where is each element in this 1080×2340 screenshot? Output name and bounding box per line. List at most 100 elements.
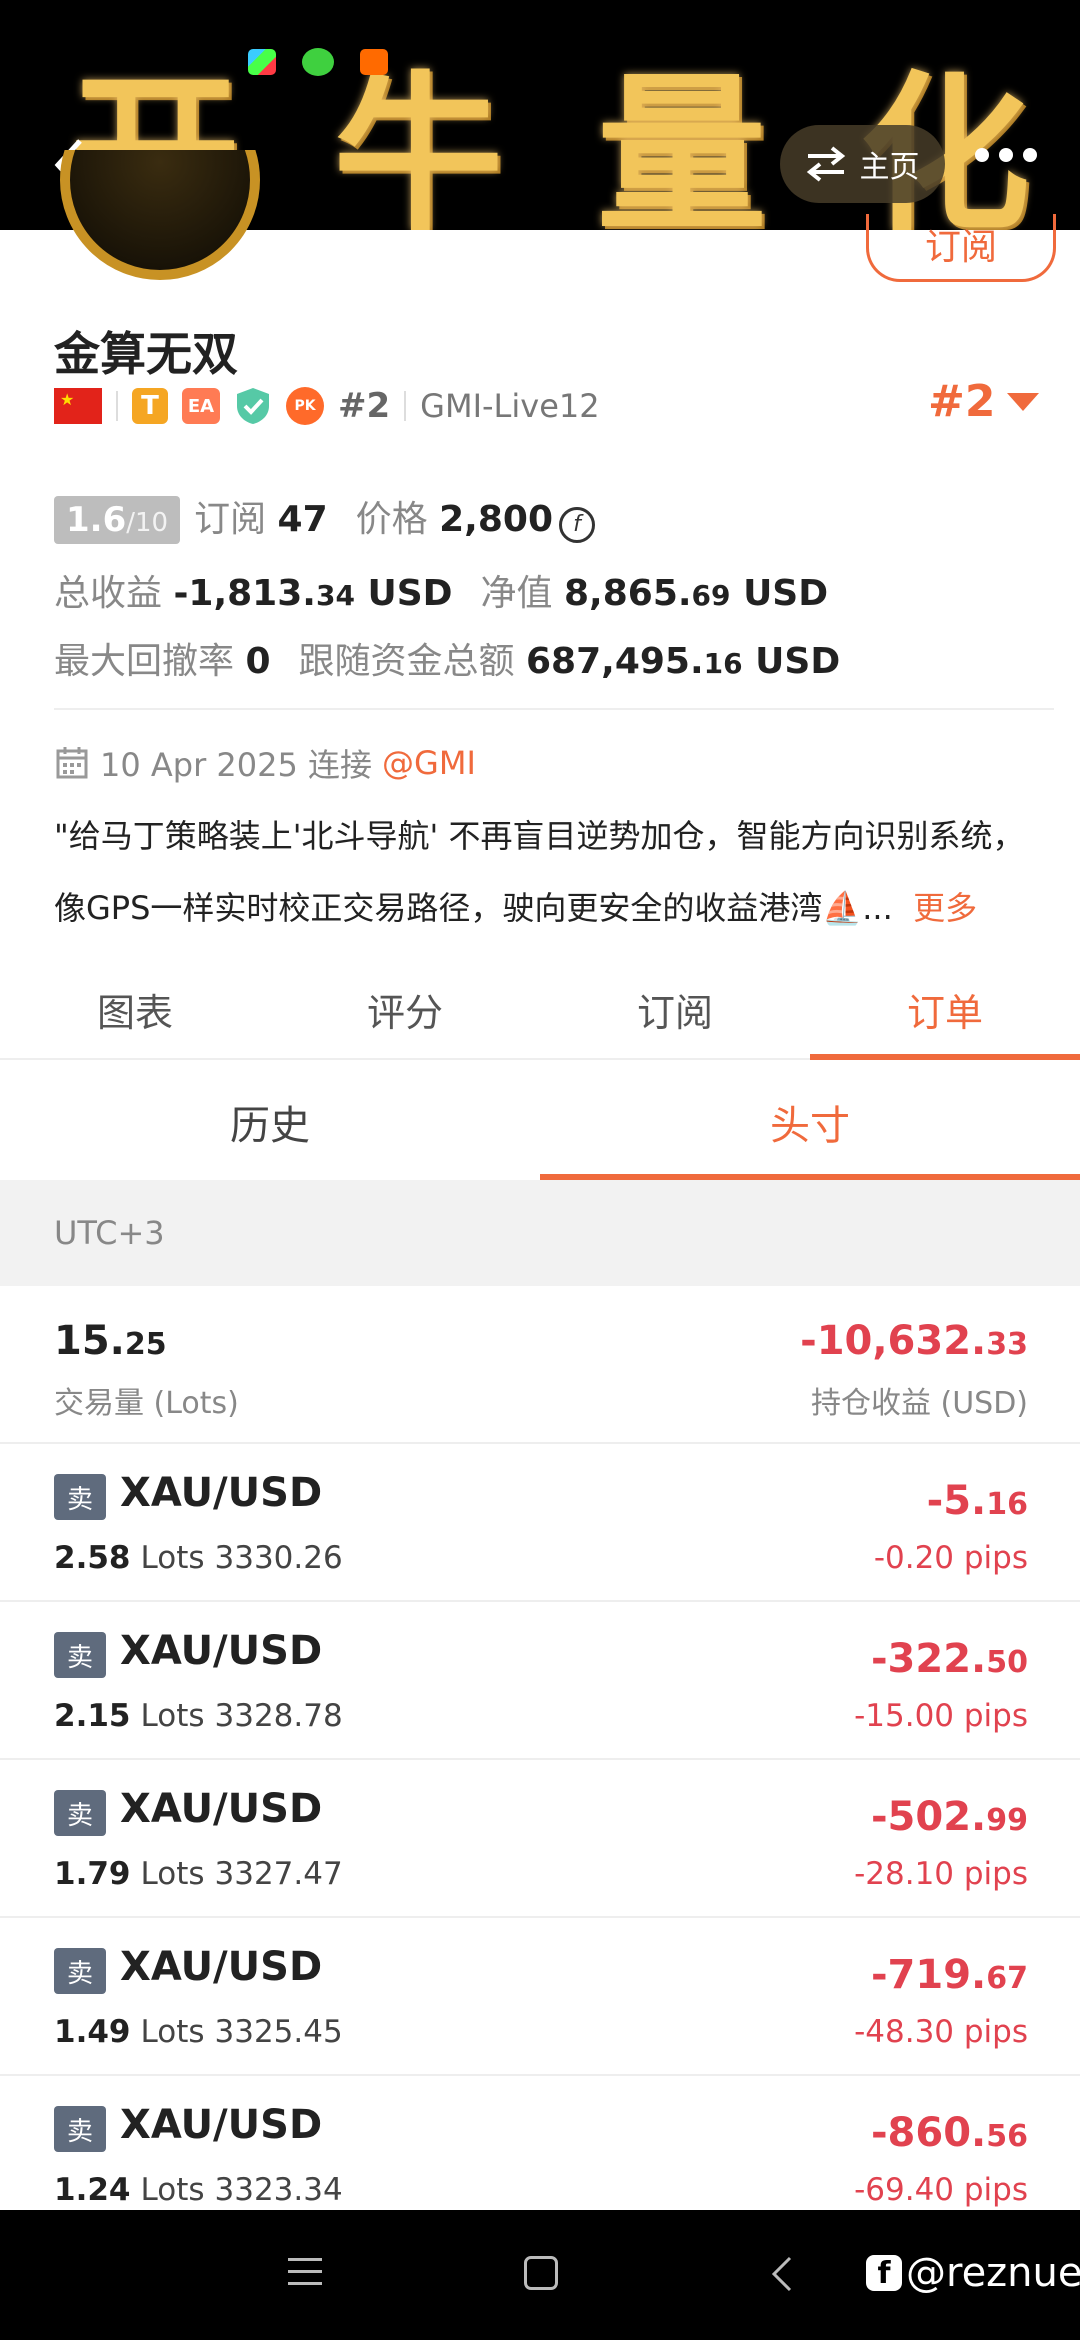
position-row[interactable]: 卖 XAU/USD 2.15 Lots 3328.78 -322.50 -15.00… xyxy=(0,1602,1080,1760)
avatar[interactable] xyxy=(60,150,260,280)
stats-row-2: 总收益 -1,813.34 USD 净值 8,865.69 USD xyxy=(54,564,828,616)
play-store-icon xyxy=(248,49,276,75)
price-value: 2,800 xyxy=(439,499,553,540)
pnl-block: -10,632.33 持仓收益 (USD) xyxy=(800,1318,1028,1422)
watermark: f @reznue xyxy=(866,2250,1080,2296)
rank-value: #2 xyxy=(928,376,996,427)
position-pnl: -719.67 xyxy=(870,1952,1028,1998)
home-label: 主页 xyxy=(859,150,920,185)
subtab-positions[interactable]: 头寸 xyxy=(540,1064,1080,1180)
position-row[interactable]: 卖 XAU/USD 1.79 Lots 3327.47 -502.99 -28.10… xyxy=(0,1760,1080,1918)
position-info: 2.15 Lots 3328.78 xyxy=(54,1698,343,1734)
position-pips: -15.00 pips xyxy=(854,1698,1028,1734)
china-flag-icon xyxy=(54,388,102,424)
position-pips: -28.10 pips xyxy=(854,1856,1028,1892)
total-profit-label: 总收益 xyxy=(54,573,163,614)
equity-value: 8,865.69 USD xyxy=(564,573,829,614)
follow-funds-label: 跟随资金总额 xyxy=(298,641,515,682)
position-info: 1.79 Lots 3327.47 xyxy=(54,1856,343,1892)
banner-char: 量 xyxy=(596,57,767,230)
description-line: "给马丁策略装上'北斗导航' 不再盲目逆势加仓，智能方向识别系统， xyxy=(54,817,1025,855)
positions-list: 卖 XAU/USD 2.58 Lots 3330.26 -5.16 -0.20 pi… xyxy=(0,1444,1080,2234)
ea-badge: EA xyxy=(182,388,220,424)
chevron-left-icon xyxy=(771,2256,792,2292)
t-badge: T xyxy=(132,388,168,424)
position-info: 1.49 Lots 3325.45 xyxy=(54,2014,343,2050)
position-row[interactable]: 卖 XAU/USD 1.49 Lots 3325.45 -719.67 -48.30… xyxy=(0,1918,1080,2076)
broker-link[interactable]: @GMI xyxy=(382,744,476,782)
subscribe-label: 订阅 xyxy=(924,227,997,268)
position-pnl: -5.16 xyxy=(926,1478,1028,1524)
timezone-bar: UTC+3 xyxy=(0,1180,1080,1286)
symbol: XAU/USD xyxy=(120,1628,323,1674)
volume-value: 15.25 xyxy=(54,1318,167,1364)
subs-label: 订阅 xyxy=(194,499,267,540)
dot-icon xyxy=(975,148,989,162)
back-nav-button[interactable] xyxy=(770,2254,794,2294)
position-pnl: -860.56 xyxy=(870,2110,1028,2156)
pnl-value: -10,632.33 xyxy=(800,1318,1028,1364)
mi-icon xyxy=(360,49,388,75)
separator xyxy=(404,391,407,421)
tab-orders[interactable]: 订单 xyxy=(810,960,1080,1060)
subtab-history[interactable]: 历史 xyxy=(0,1064,540,1180)
calendar-icon xyxy=(54,745,90,781)
swap-arrows-icon xyxy=(806,146,845,182)
divider xyxy=(54,708,1054,710)
separator xyxy=(116,391,118,421)
subscribe-button[interactable]: 订阅 xyxy=(866,214,1056,282)
rating-badge: 1.6/10 xyxy=(54,496,181,544)
description-line: 像GPS一样实时校正交易路径，驶向更安全的收益港湾⛵... xyxy=(54,889,893,927)
total-profit-value: -1,813.34 USD xyxy=(173,573,453,614)
position-pips: -48.30 pips xyxy=(854,2014,1028,2050)
connect-date-row: 10 Apr 2025 连接 @GMI xyxy=(54,740,476,786)
recent-apps-button[interactable] xyxy=(288,2258,322,2285)
position-info: 1.24 Lots 3323.34 xyxy=(54,2172,343,2208)
position-pips: -0.20 pips xyxy=(873,1540,1028,1576)
drawdown-value: 0 xyxy=(245,641,271,682)
volume-block: 15.25 交易量 (Lots) xyxy=(54,1318,239,1422)
tab-subscribe[interactable]: 订阅 xyxy=(540,960,810,1058)
position-info: 2.58 Lots 3330.26 xyxy=(54,1540,343,1576)
sell-badge: 卖 xyxy=(54,1632,106,1678)
dot-icon xyxy=(1023,148,1037,162)
drawdown-label: 最大回撤率 xyxy=(54,641,235,682)
badge-row: T EA PK #2 GMI-Live12 xyxy=(54,386,600,426)
equity-label: 净值 xyxy=(480,573,553,614)
home-button[interactable]: 主页 xyxy=(780,125,945,203)
position-pnl: -502.99 xyxy=(870,1794,1028,1840)
server-name: GMI-Live12 xyxy=(420,387,600,425)
follow-funds-value: 687,495.16 USD xyxy=(526,641,841,682)
strategy-name: 金算无双 xyxy=(54,327,238,381)
tab-rating[interactable]: 评分 xyxy=(270,960,540,1058)
sell-badge: 卖 xyxy=(54,1474,106,1520)
pnl-label: 持仓收益 (USD) xyxy=(810,1386,1028,1421)
connect-date: 10 Apr 2025 连接 xyxy=(100,746,373,784)
caret-down-icon xyxy=(1007,392,1040,411)
main-tabs: 图表 评分 订阅 订单 xyxy=(0,960,1080,1060)
position-pips: -69.40 pips xyxy=(854,2172,1028,2208)
sell-badge: 卖 xyxy=(54,1948,106,1994)
home-nav-button[interactable] xyxy=(524,2256,558,2290)
order-subtabs: 历史 头寸 xyxy=(0,1064,1080,1180)
symbol: XAU/USD xyxy=(120,1786,323,1832)
strategy-description: "给马丁策略装上'北斗导航' 不再盲目逆势加仓，智能方向识别系统， 像GPS一样… xyxy=(54,800,1044,944)
sell-badge: 卖 xyxy=(54,2106,106,2152)
verified-shield-icon xyxy=(234,386,272,426)
more-menu-button[interactable] xyxy=(975,148,1037,162)
price-label: 价格 xyxy=(355,499,428,540)
position-pnl: -322.50 xyxy=(870,1636,1028,1682)
positions-summary: 15.25 交易量 (Lots) -10,632.33 持仓收益 (USD) xyxy=(0,1288,1080,1444)
coin-icon: f xyxy=(559,507,595,543)
more-link[interactable]: 更多 xyxy=(913,889,977,927)
facebook-icon: f xyxy=(866,2255,902,2291)
symbol: XAU/USD xyxy=(120,1470,323,1516)
timezone-label: UTC+3 xyxy=(54,1214,165,1252)
status-bar xyxy=(248,48,388,76)
rank-small: #2 xyxy=(338,386,391,426)
symbol: XAU/USD xyxy=(120,2102,323,2148)
tab-chart[interactable]: 图表 xyxy=(0,960,270,1058)
position-row[interactable]: 卖 XAU/USD 2.58 Lots 3330.26 -5.16 -0.20 pi… xyxy=(0,1444,1080,1602)
rank-dropdown[interactable]: #2 xyxy=(928,376,1040,427)
stats-row-1: 1.6/10 订阅 47 价格 2,800 f xyxy=(54,490,595,544)
